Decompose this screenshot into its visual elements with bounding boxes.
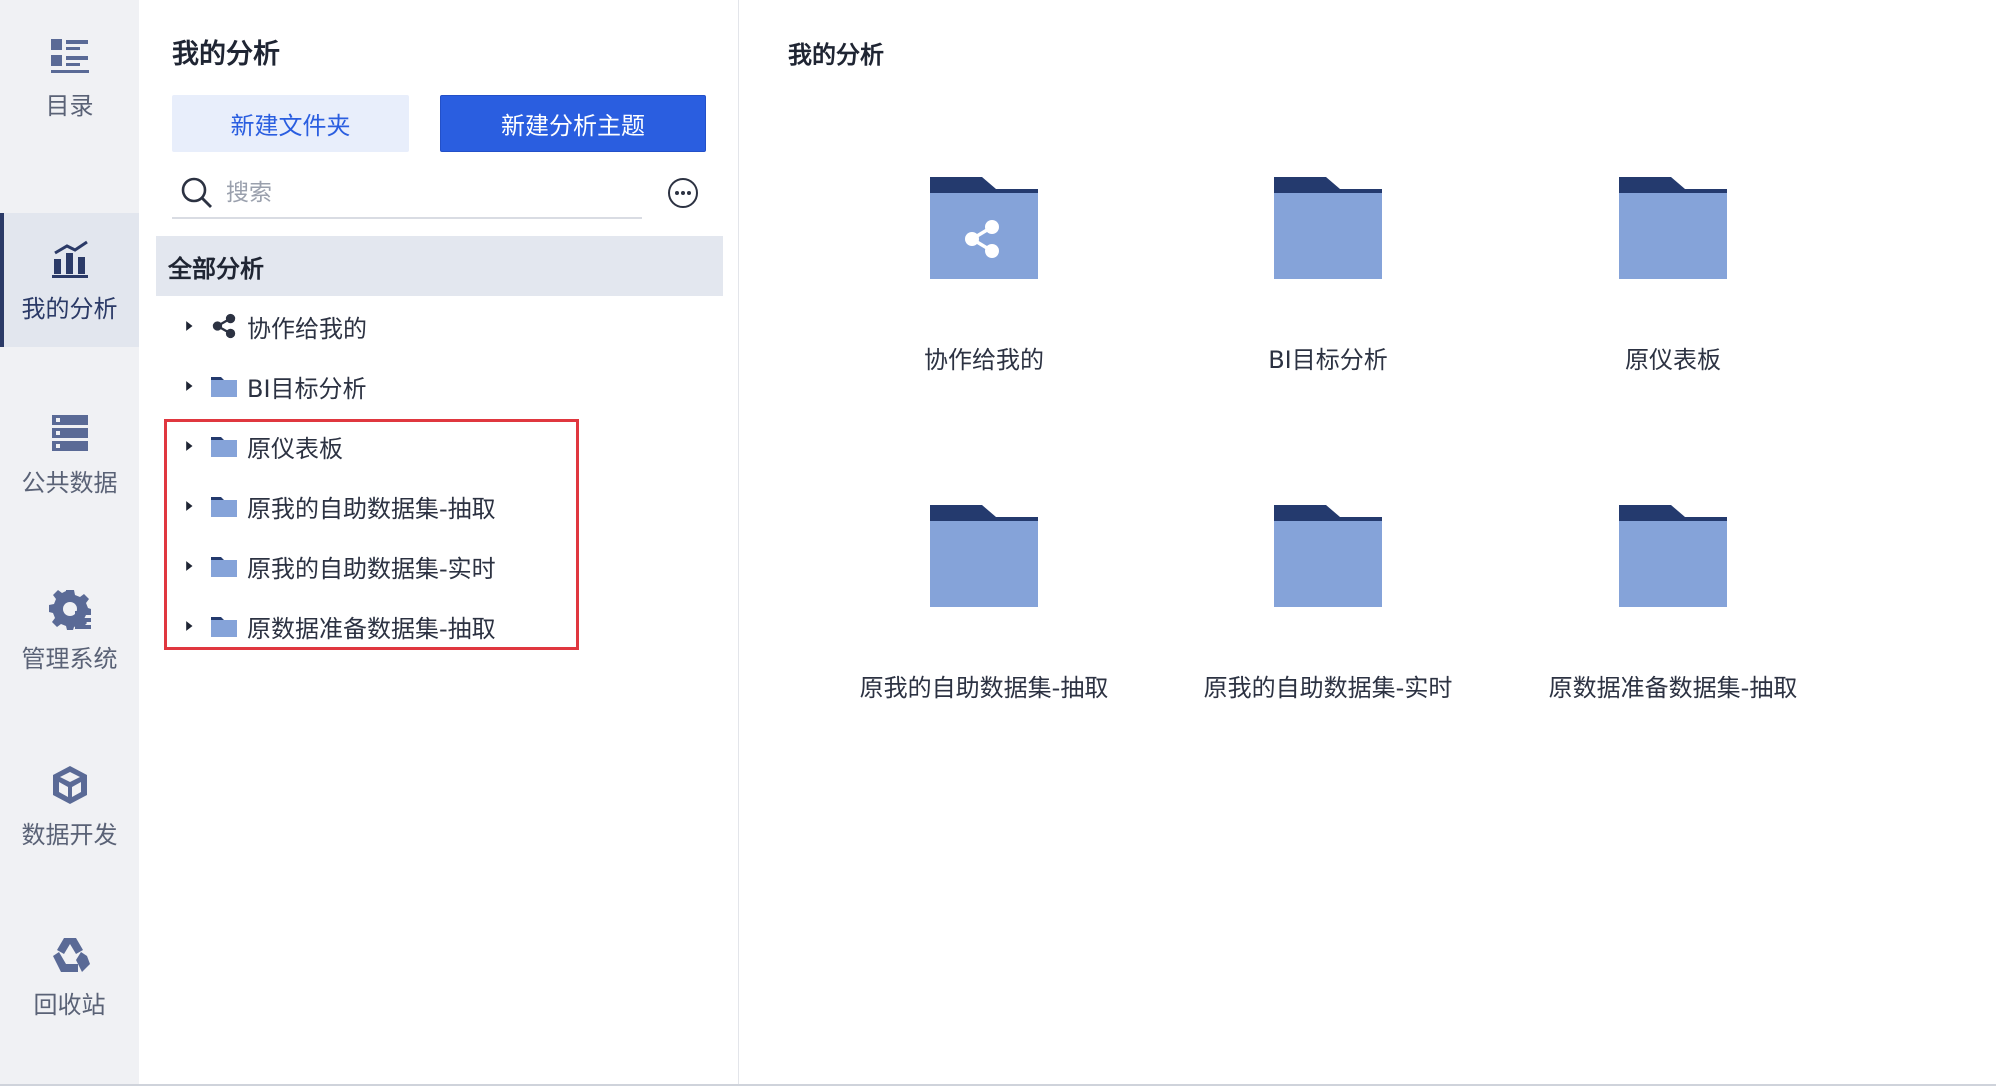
nav-item-label: 目录 [45, 92, 94, 120]
tree-item-old-dashboard[interactable]: 原仪表板 [156, 420, 723, 472]
nav-item-label: 数据开发 [21, 821, 118, 849]
tree-item-label: 原仪表板 [247, 434, 343, 463]
folder-icon [1613, 175, 1733, 285]
search-icon [181, 177, 212, 208]
folder-tile-bi-goal-analysis[interactable]: BI目标分析 [1178, 175, 1478, 415]
page-title: 我的分析 [788, 41, 884, 69]
nav-item-label: 管理系统 [21, 645, 118, 673]
search-input[interactable] [226, 173, 626, 213]
expand-arrow-icon[interactable] [179, 436, 199, 456]
tree-item-label: 原我的自助数据集-实时 [247, 554, 496, 583]
tree-item-bi-goal-analysis[interactable]: BI目标分析 [156, 360, 723, 412]
tree-item-self-dataset-realtime[interactable]: 原我的自助数据集-实时 [156, 540, 723, 592]
folder-icon [1613, 503, 1733, 613]
folder-tile-shared-with-me[interactable]: 协作给我的 [834, 175, 1134, 415]
app-window: 目录 我的分析 公共数据 管理系统 数据开发 回收站 我的分析 新建文件夹 新建… [0, 0, 1996, 1086]
expand-arrow-icon[interactable] [179, 496, 199, 516]
left-nav-rail: 目录 我的分析 公共数据 管理系统 数据开发 回收站 [0, 0, 139, 1086]
nav-item-management[interactable]: 管理系统 [0, 563, 139, 697]
nav-item-catalog[interactable]: 目录 [0, 10, 139, 144]
search-box [172, 169, 642, 219]
folder-icon [1268, 175, 1388, 285]
folder-icon [209, 431, 239, 461]
folder-tile-label: 原数据准备数据集-抽取 [1548, 674, 1798, 702]
tree-item-label: 协作给我的 [247, 314, 367, 343]
folder-icon [209, 611, 239, 641]
nav-item-data-dev[interactable]: 数据开发 [0, 739, 139, 873]
folder-tile-label: 协作给我的 [924, 346, 1044, 374]
folder-tile-prep-dataset-extract[interactable]: 原数据准备数据集-抽取 [1523, 503, 1823, 743]
nav-item-my-analysis[interactable]: 我的分析 [0, 213, 139, 347]
analysis-tree-panel: 我的分析 新建文件夹 新建分析主题 全部分析 协作给我的 BI目标分析 [139, 0, 881, 1086]
list-icon [48, 34, 92, 78]
nav-item-label: 回收站 [33, 991, 106, 1019]
shared-folder-icon [924, 175, 1044, 285]
tree-item-label: 原数据准备数据集-抽取 [247, 614, 496, 643]
share-icon [209, 311, 239, 341]
recycle-icon [48, 933, 92, 977]
nav-item-public-data[interactable]: 公共数据 [0, 387, 139, 521]
new-folder-button[interactable]: 新建文件夹 [172, 95, 409, 152]
cubes-icon [48, 763, 92, 807]
nav-item-recycle-bin[interactable]: 回收站 [0, 909, 139, 1043]
tree-item-label: 原我的自助数据集-抽取 [247, 494, 496, 523]
more-options-icon[interactable] [667, 177, 699, 209]
chart-icon [48, 237, 92, 281]
folder-tile-label: BI目标分析 [1268, 346, 1388, 374]
nav-item-label: 我的分析 [21, 295, 118, 323]
tree-root-all-analysis[interactable]: 全部分析 [156, 236, 723, 296]
tree-item-shared-with-me[interactable]: 协作给我的 [156, 300, 723, 352]
folder-icon [209, 551, 239, 581]
folder-tile-old-dashboard[interactable]: 原仪表板 [1523, 175, 1823, 415]
expand-arrow-icon[interactable] [179, 376, 199, 396]
tree-item-prep-dataset-extract[interactable]: 原数据准备数据集-抽取 [156, 600, 723, 652]
panel-title: 我的分析 [172, 39, 280, 70]
tree-item-self-dataset-extract[interactable]: 原我的自助数据集-抽取 [156, 480, 723, 532]
expand-arrow-icon[interactable] [179, 316, 199, 336]
folder-icon [924, 503, 1044, 613]
folder-tile-label: 原我的自助数据集-实时 [1203, 674, 1453, 702]
folder-icon [1268, 503, 1388, 613]
main-content: 我的分析 协作给我的 BI目标分析 原仪表板 原我的自助数据集-抽取 原我的自助… [740, 0, 1996, 1086]
folder-tile-label: 原仪表板 [1625, 346, 1721, 374]
folder-tile-self-dataset-extract[interactable]: 原我的自助数据集-抽取 [834, 503, 1134, 743]
expand-arrow-icon[interactable] [179, 616, 199, 636]
expand-arrow-icon[interactable] [179, 556, 199, 576]
nav-item-label: 公共数据 [21, 469, 118, 497]
gear-icon [48, 587, 92, 631]
tree-item-label: BI目标分析 [247, 374, 367, 403]
database-icon [48, 411, 92, 455]
new-analysis-topic-button[interactable]: 新建分析主题 [440, 95, 706, 152]
folder-icon [209, 371, 239, 401]
folder-tile-self-dataset-realtime[interactable]: 原我的自助数据集-实时 [1178, 503, 1478, 743]
folder-icon [209, 491, 239, 521]
folder-tile-label: 原我的自助数据集-抽取 [859, 674, 1109, 702]
